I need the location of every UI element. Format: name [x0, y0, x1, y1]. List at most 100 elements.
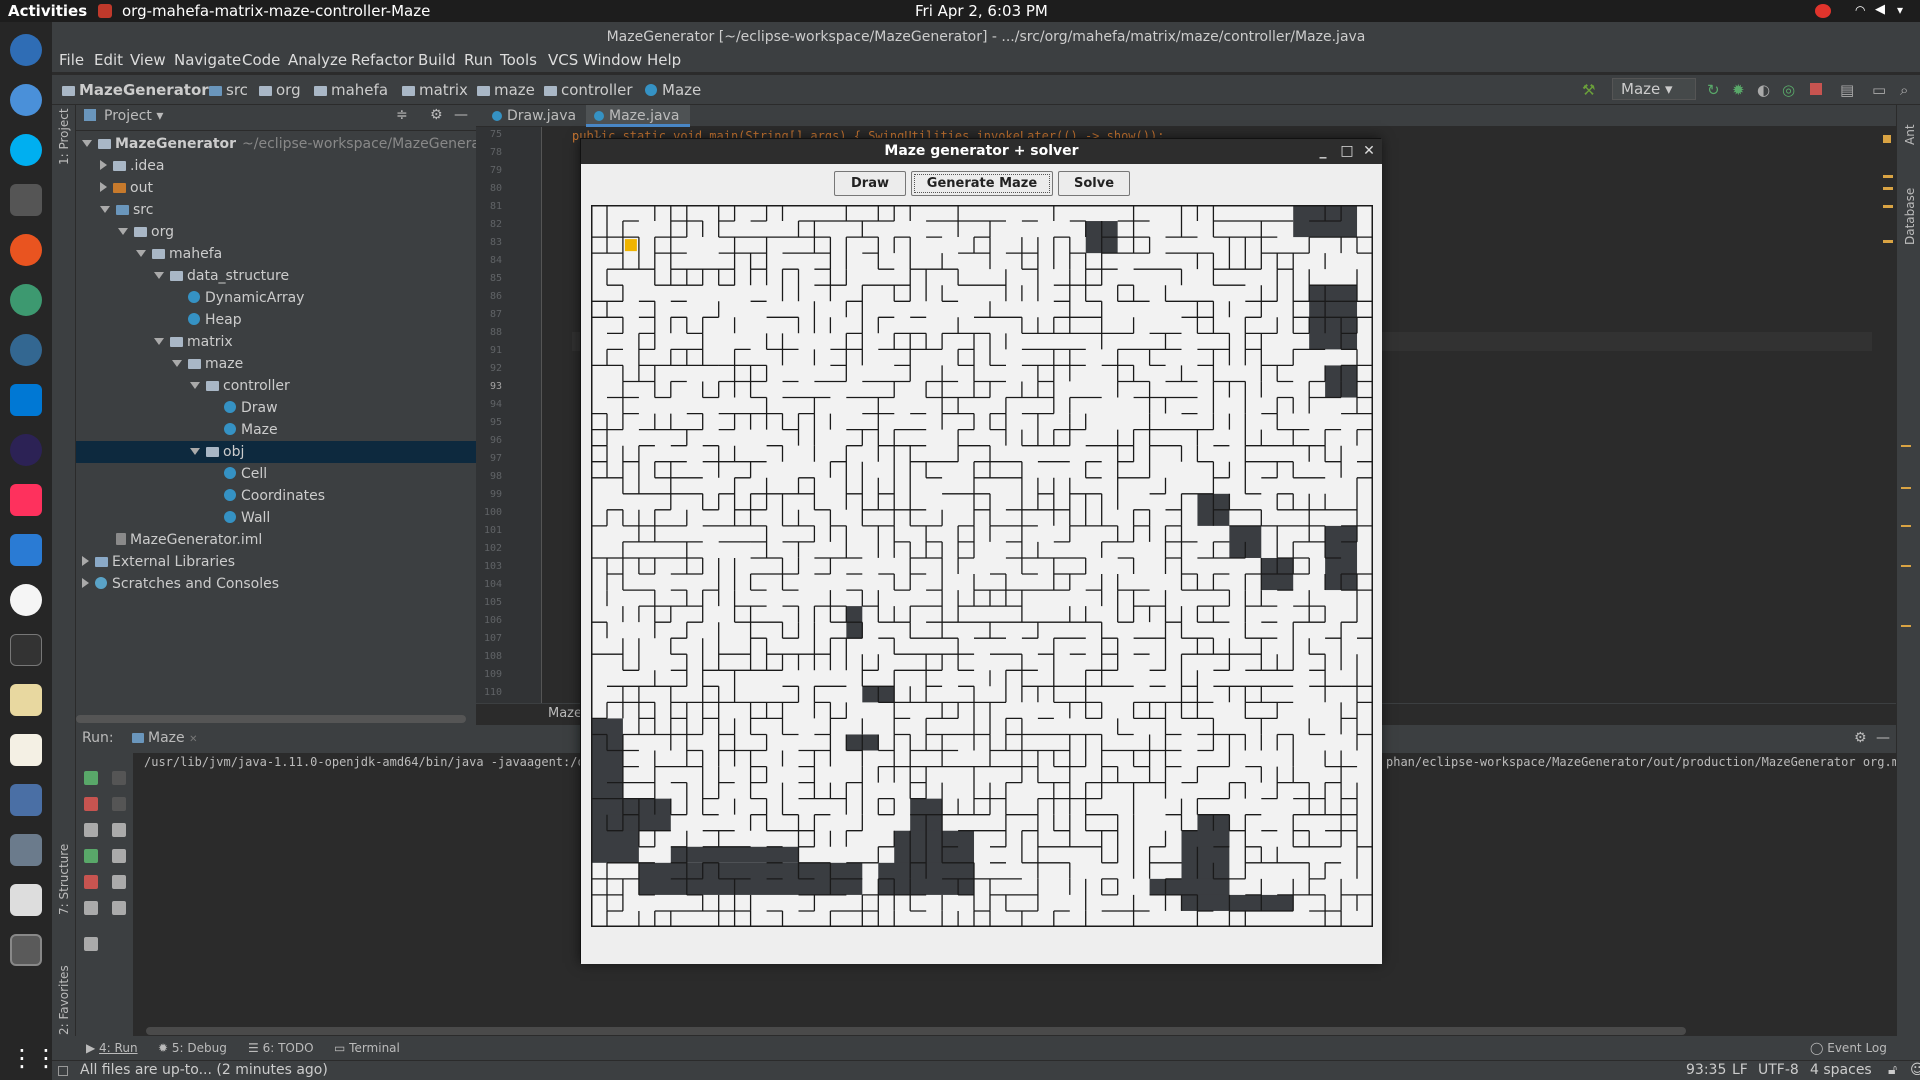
- tree-item-draw[interactable]: Draw: [76, 397, 476, 419]
- chevron-down-icon[interactable]: [82, 140, 92, 147]
- breadcrumb-controller[interactable]: controller: [544, 81, 633, 99]
- scroll-to-end-icon[interactable]: [112, 849, 126, 863]
- tree-item-data-structure[interactable]: data_structure: [76, 265, 476, 287]
- tab-run[interactable]: ▶ 4: Run: [86, 1041, 138, 1055]
- tree-item-obj[interactable]: obj: [76, 441, 476, 463]
- drawing-icon[interactable]: [10, 784, 42, 816]
- menu-file[interactable]: File: [59, 51, 84, 69]
- menu-tools[interactable]: Tools: [500, 51, 537, 69]
- minimize-icon[interactable]: _: [1313, 140, 1333, 162]
- warning-stripe[interactable]: [1883, 187, 1893, 190]
- debug-icon[interactable]: ✹: [1732, 81, 1745, 99]
- menu-edit[interactable]: Edit: [94, 51, 123, 69]
- maze-window-titlebar[interactable]: Maze generator + solver _ □ ✕: [581, 139, 1382, 164]
- close-icon[interactable]: ✕: [189, 734, 197, 745]
- gear-icon[interactable]: ⚙: [1854, 730, 1867, 746]
- intellij-icon[interactable]: [10, 484, 42, 516]
- tree-item-wall[interactable]: Wall: [76, 507, 476, 529]
- line-separator[interactable]: LF: [1732, 1062, 1748, 1078]
- warning-stripe[interactable]: [1883, 240, 1893, 243]
- console-output-left[interactable]: /usr/lib/jvm/java-1.11.0-openjdk-amd64/b…: [144, 755, 654, 769]
- ant-side-tab[interactable]: Ant: [1903, 124, 1917, 145]
- file-encoding[interactable]: UTF-8: [1758, 1062, 1799, 1078]
- run-config-select[interactable]: Maze ▾: [1612, 78, 1696, 100]
- do-not-disturb-icon[interactable]: [1815, 4, 1831, 18]
- chevron-down-icon[interactable]: [190, 448, 200, 455]
- down-icon[interactable]: [112, 797, 126, 811]
- breadcrumb-src[interactable]: src: [209, 81, 248, 99]
- coverage-icon[interactable]: ◐: [1757, 81, 1770, 99]
- tab-maze-java[interactable]: Maze.java ✕: [586, 105, 690, 145]
- chevron-right-icon[interactable]: [82, 556, 89, 566]
- hide-icon[interactable]: —: [1876, 730, 1890, 746]
- chevron-down-icon[interactable]: [100, 206, 110, 213]
- menu-run[interactable]: Run: [464, 51, 493, 69]
- print-icon[interactable]: [112, 875, 126, 889]
- favorites-side-tab[interactable]: 2: Favorites: [57, 965, 71, 1035]
- writer-icon[interactable]: [10, 534, 42, 566]
- menu-vcs[interactable]: VCS: [548, 51, 578, 69]
- tree-item-cell[interactable]: Cell: [76, 463, 476, 485]
- pin-icon[interactable]: [84, 937, 98, 951]
- power-icon[interactable]: ▾: [1897, 3, 1903, 17]
- breadcrumb-matrix[interactable]: matrix: [402, 81, 468, 99]
- soft-wrap-icon[interactable]: [112, 823, 126, 837]
- debug-icon[interactable]: [84, 849, 98, 863]
- breadcrumb-org[interactable]: org: [259, 81, 301, 99]
- caret-position[interactable]: 93:35: [1686, 1062, 1726, 1078]
- collapse-all-icon[interactable]: ≑: [396, 107, 408, 123]
- breadcrumb-project[interactable]: MazeGenerator: [62, 81, 209, 99]
- show-apps-icon[interactable]: ⋮⋮: [10, 1042, 58, 1074]
- gear-icon[interactable]: ⚙: [430, 107, 443, 123]
- breadcrumb-mahefa[interactable]: mahefa: [314, 81, 388, 99]
- screenshot-icon[interactable]: [10, 834, 42, 866]
- editor-breadcrumb-label[interactable]: Maze: [548, 706, 582, 721]
- tree-item-scratches-and-consoles[interactable]: Scratches and Consoles: [76, 573, 476, 595]
- tab-todo[interactable]: ☰ 6: TODO: [248, 1041, 314, 1055]
- tree-item-coordinates[interactable]: Coordinates: [76, 485, 476, 507]
- breadcrumb-class[interactable]: Maze: [645, 81, 701, 99]
- volume-icon[interactable]: ◀: [1875, 2, 1885, 17]
- tree-item-matrix[interactable]: matrix: [76, 331, 476, 353]
- chevron-down-icon[interactable]: [136, 250, 146, 257]
- tree-item-external-libraries[interactable]: External Libraries: [76, 551, 476, 573]
- activities-button[interactable]: Activities: [8, 2, 87, 20]
- console-scrollbar[interactable]: [146, 1027, 1686, 1035]
- tree-item-mahefa[interactable]: mahefa: [76, 243, 476, 265]
- horizontal-scrollbar[interactable]: [76, 715, 466, 723]
- menu-window[interactable]: Window: [583, 51, 642, 69]
- wifi-icon[interactable]: ◠: [1855, 3, 1865, 17]
- search-everywhere-icon[interactable]: ⌕: [1900, 81, 1908, 99]
- chevron-down-icon[interactable]: [154, 338, 164, 345]
- solve-button[interactable]: Solve: [1058, 171, 1130, 196]
- menu-build[interactable]: Build: [418, 51, 456, 69]
- status-icon[interactable]: [58, 1066, 68, 1076]
- pgadmin-icon[interactable]: [10, 334, 42, 366]
- tree-item-maze[interactable]: maze: [76, 353, 476, 375]
- hide-icon[interactable]: —: [454, 107, 468, 123]
- robo3t-icon[interactable]: [10, 284, 42, 316]
- project-structure-icon[interactable]: ▤: [1840, 81, 1854, 99]
- stop-icon[interactable]: [84, 797, 98, 811]
- app-menu[interactable]: org-mahefa-matrix-maze-controller-Maze: [122, 2, 430, 20]
- tree-item-out[interactable]: out: [76, 177, 476, 199]
- trash-icon[interactable]: [112, 901, 126, 915]
- chevron-right-icon[interactable]: [82, 578, 89, 588]
- draw-button[interactable]: Draw: [834, 171, 906, 196]
- lock-icon[interactable]: 🔓︎: [1888, 1062, 1897, 1078]
- close-icon[interactable]: ✕: [1359, 140, 1379, 162]
- chevron-down-icon[interactable]: [118, 228, 128, 235]
- skype-icon[interactable]: [10, 134, 42, 166]
- tree-item-dynamicarray[interactable]: DynamicArray: [76, 287, 476, 309]
- structure-side-tab[interactable]: 7: Structure: [57, 844, 71, 915]
- project-side-tab[interactable]: 1: Project: [57, 108, 71, 165]
- chevron-right-icon[interactable]: [100, 182, 107, 192]
- indent-setting[interactable]: 4 spaces: [1810, 1062, 1872, 1078]
- warning-stripe[interactable]: [1883, 175, 1893, 178]
- rerun-icon[interactable]: [84, 771, 98, 785]
- chromium-icon[interactable]: [10, 84, 42, 116]
- chevron-down-icon[interactable]: [190, 382, 200, 389]
- menu-refactor[interactable]: Refactor: [351, 51, 414, 69]
- profile-icon[interactable]: ◎: [1782, 81, 1795, 99]
- thunderbird-icon[interactable]: [10, 34, 42, 66]
